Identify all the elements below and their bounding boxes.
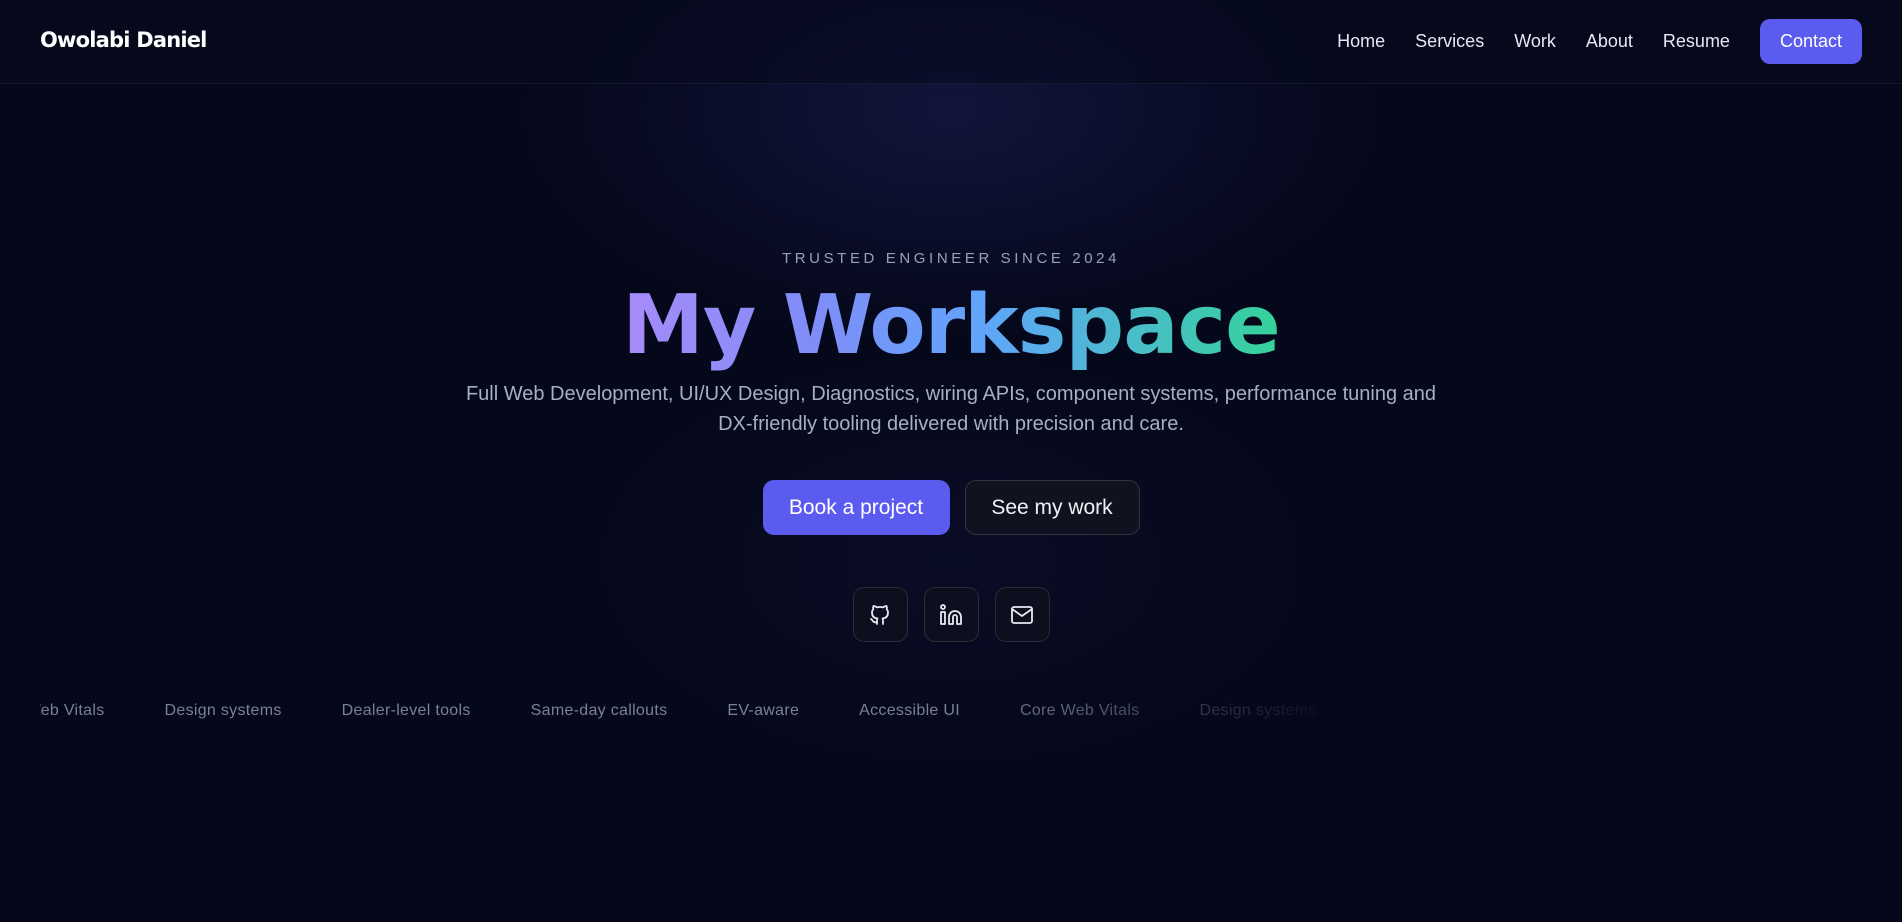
nav-links: Home Services Work About Resume Contact bbox=[1337, 19, 1862, 64]
marquee-item: Same-day callouts bbox=[530, 702, 668, 719]
social-links bbox=[0, 587, 1902, 642]
nav-link-services[interactable]: Services bbox=[1415, 31, 1484, 52]
github-button[interactable] bbox=[852, 587, 908, 642]
linkedin-icon bbox=[940, 603, 962, 625]
see-work-button[interactable]: See my work bbox=[964, 480, 1140, 535]
marquee-item: Core Web Vitals bbox=[1019, 702, 1140, 719]
book-project-button[interactable]: Book a project bbox=[762, 480, 950, 535]
hero-title: My Workspace bbox=[0, 276, 1902, 376]
linkedin-button[interactable] bbox=[923, 587, 979, 642]
nav-link-work[interactable]: Work bbox=[1514, 31, 1556, 52]
hero-subtitle: Full Web Development, UI/UX Design, Diag… bbox=[465, 383, 1437, 435]
skills-marquee: Core Web Vitals Design systems Dealer-le… bbox=[40, 700, 1350, 724]
marquee-item: Design systems bbox=[164, 702, 282, 719]
github-icon bbox=[870, 604, 889, 625]
marquee-item: Dealer-level tools bbox=[341, 702, 471, 719]
cta-row: Book a project See my work bbox=[0, 480, 1902, 535]
brand-logo[interactable]: Owolabi Daniel bbox=[40, 28, 207, 52]
marquee-track: Core Web Vitals Design systems Dealer-le… bbox=[40, 700, 1317, 722]
nav-link-home[interactable]: Home bbox=[1337, 31, 1385, 52]
marquee-item: Accessible UI bbox=[859, 702, 960, 719]
hero-eyebrow: TRUSTED ENGINEER SINCE 2024 bbox=[781, 250, 1121, 267]
marquee-item: EV-aware bbox=[727, 702, 800, 719]
contact-button[interactable]: Contact bbox=[1759, 19, 1862, 64]
mail-button[interactable] bbox=[994, 587, 1050, 642]
marquee-item: Design systems bbox=[1199, 702, 1317, 719]
marquee-item: Core Web Vitals bbox=[40, 702, 105, 719]
top-nav: Owolabi Daniel Home Services Work About … bbox=[0, 0, 1902, 84]
hero-title-text: My Workspace bbox=[622, 278, 1280, 373]
page: Owolabi Daniel Home Services Work About … bbox=[0, 0, 1902, 922]
nav-link-resume[interactable]: Resume bbox=[1663, 31, 1730, 52]
mail-icon bbox=[1011, 605, 1033, 624]
nav-link-about[interactable]: About bbox=[1586, 31, 1633, 52]
